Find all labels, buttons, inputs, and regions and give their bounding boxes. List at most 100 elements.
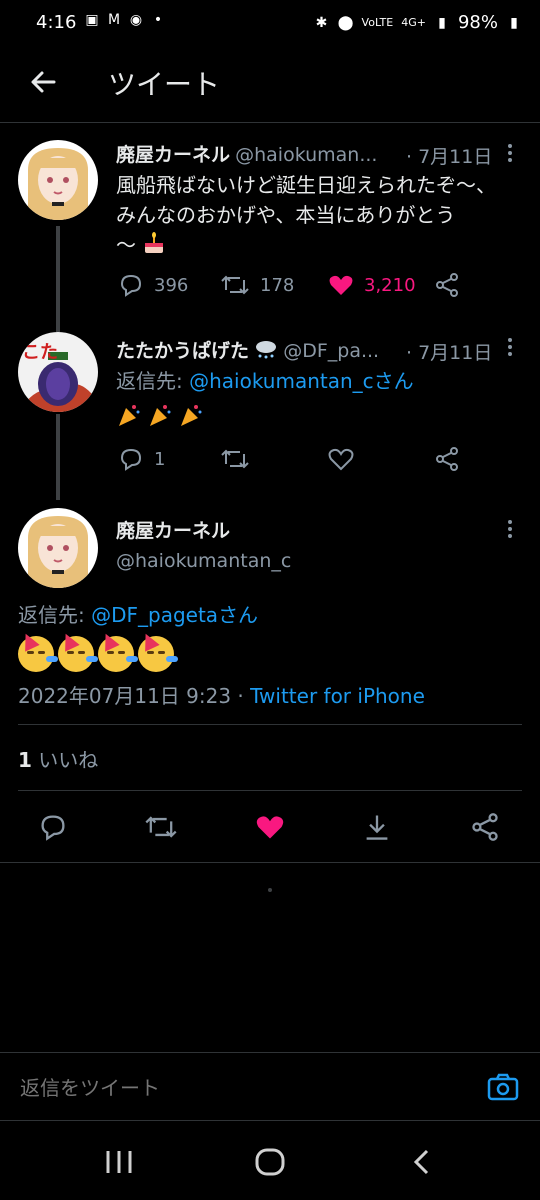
likes-summary[interactable]: 1 いいね	[18, 744, 98, 773]
more-dot-icon	[508, 338, 512, 342]
reply-button[interactable]	[38, 812, 68, 846]
reply-context: 返信先: @DF_pagetaさん	[18, 600, 258, 630]
loading-dot	[268, 888, 272, 892]
system-icons: ✱ ⬤ VoLTE 4G+ ▮ 98% ▮	[314, 12, 522, 33]
client-link[interactable]: Twitter for iPhone	[250, 684, 425, 708]
reply-icon	[120, 274, 142, 297]
thread-line	[56, 226, 60, 324]
tweet-date[interactable]: · 7月11日	[406, 142, 492, 169]
tweet-emoji-row	[116, 402, 204, 432]
likes-count: 1	[18, 748, 32, 772]
like-button[interactable]	[254, 812, 286, 846]
more-options-button[interactable]	[508, 144, 514, 162]
party-popper-icon	[181, 405, 202, 426]
avatar-image	[18, 508, 98, 588]
more-dot-icon	[508, 151, 512, 155]
timestamp-text: 2022年07月11日 9:23 ·	[18, 684, 251, 708]
reply-to-link[interactable]: @haiokumantan_cさん	[189, 369, 414, 393]
display-name[interactable]: たたかうぱげた	[116, 340, 249, 362]
more-dot-icon	[508, 534, 512, 538]
more-dot-icon	[508, 527, 512, 531]
user-handle[interactable]: @haiokuman...	[235, 144, 377, 166]
party-popper-icon	[119, 405, 140, 426]
reply-icon	[120, 448, 142, 471]
avatar-text: こた	[22, 342, 58, 363]
avatar[interactable]: こた	[18, 332, 98, 412]
display-name[interactable]: 廃屋カーネル	[116, 516, 230, 543]
divider	[18, 724, 522, 725]
avatar[interactable]	[18, 508, 98, 588]
tweet-text-line: 〜	[116, 230, 526, 260]
share-icon	[436, 273, 458, 297]
like-count: 3,210	[364, 274, 416, 296]
share-button[interactable]	[470, 812, 500, 846]
bluetooth-icon: ✱	[315, 14, 328, 31]
retweet-icon	[145, 816, 177, 838]
tweet-date[interactable]: · 7月11日	[406, 338, 492, 365]
avatar[interactable]	[18, 140, 98, 220]
home-button[interactable]	[254, 1147, 286, 1181]
tweet-text-line-text: 〜	[116, 233, 136, 257]
tweet-text-line: みんなのおかげや、本当にありがとう	[116, 203, 456, 227]
likes-label: いいね	[31, 748, 99, 772]
reply-to-link[interactable]: @DF_pagetaさん	[91, 603, 258, 627]
thread-line	[56, 324, 60, 332]
more-dot-icon	[508, 345, 512, 349]
partying-face-icon	[138, 630, 178, 672]
status-time: 4:16	[36, 12, 77, 33]
reply-button[interactable]: 1	[118, 446, 165, 472]
heart-filled-icon	[256, 816, 284, 839]
user-handle[interactable]: @haiokumantan_c	[116, 550, 291, 572]
home-icon	[255, 1148, 285, 1176]
battery-icon: ▮	[510, 14, 518, 31]
battery-percent: 98%	[457, 12, 498, 33]
avatar-image: こた	[18, 332, 98, 412]
more-options-button[interactable]	[508, 520, 514, 538]
download-icon	[366, 815, 388, 840]
dot-icon: •	[153, 12, 163, 28]
cloud-snow-icon	[256, 341, 277, 359]
retweet-button[interactable]: 178	[220, 272, 294, 298]
reply-prefix: 返信先:	[18, 603, 92, 627]
more-dot-icon	[508, 144, 512, 148]
compose-bar	[0, 1052, 540, 1121]
camera-button[interactable]	[486, 1071, 520, 1107]
reply-count: 1	[154, 448, 166, 470]
tweet-text-line: 風船飛ばないけど誕生日迎えられたぞ〜、	[116, 173, 496, 197]
share-icon	[472, 813, 498, 841]
party-popper-icon	[150, 405, 171, 426]
thread-line	[56, 414, 60, 500]
retweet-count: 178	[260, 274, 295, 296]
divider	[18, 790, 522, 791]
recent-apps-icon	[106, 1151, 132, 1173]
like-button[interactable]	[328, 446, 354, 472]
reply-icon	[41, 815, 65, 841]
back-chevron-icon	[413, 1149, 429, 1175]
reply-button[interactable]: 396	[118, 272, 188, 298]
location-icon: ⬤	[337, 14, 354, 31]
retweet-button[interactable]	[144, 812, 178, 846]
camera-icon	[487, 1073, 519, 1101]
save-button[interactable]	[362, 812, 392, 846]
back-button[interactable]	[24, 62, 64, 102]
display-name[interactable]: 廃屋カーネル	[116, 144, 230, 166]
gallery-icon: ▣	[85, 12, 99, 28]
more-dot-icon	[508, 520, 512, 524]
avatar-image	[18, 140, 98, 220]
tweet-emoji-row	[18, 630, 178, 672]
retweet-button[interactable]	[220, 446, 250, 472]
like-button[interactable]: 3,210	[328, 272, 416, 298]
partying-face-icon	[18, 630, 58, 672]
share-button[interactable]	[434, 446, 460, 472]
back-nav-button[interactable]	[410, 1149, 434, 1179]
more-options-button[interactable]	[508, 338, 514, 356]
more-dot-icon	[508, 158, 512, 162]
share-button[interactable]	[434, 272, 460, 298]
signal-icon: ▮	[438, 14, 446, 31]
user-handle[interactable]: @DF_pa...	[283, 340, 379, 362]
reply-input[interactable]	[18, 1067, 462, 1109]
status-bar: 4:16 ▣ M ◉ • ✱ ⬤ VoLTE 4G+ ▮ 98% ▮	[0, 0, 540, 48]
recent-apps-button[interactable]	[104, 1149, 134, 1179]
tweet-header: たたかうぱげた @DF_pa...	[116, 336, 406, 363]
network-label: 4G+	[401, 16, 426, 29]
